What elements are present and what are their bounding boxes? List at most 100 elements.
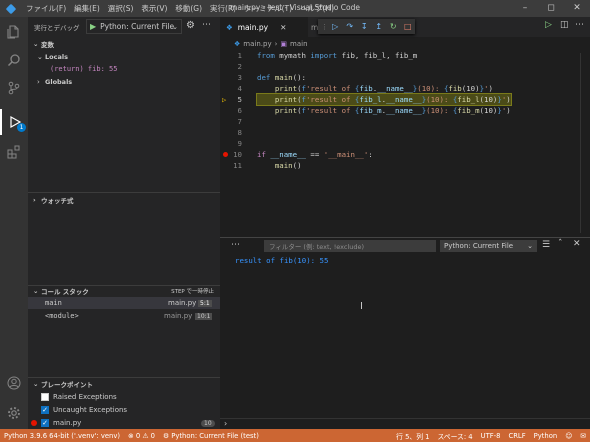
console-input-row[interactable]: › <box>220 418 590 429</box>
cursor-position[interactable]: 行 5、列 1 <box>392 431 433 441</box>
breadcrumb-file[interactable]: main.py <box>243 40 271 48</box>
menu-go[interactable]: 移動(G) <box>171 3 206 14</box>
debug-config-dropdown[interactable]: ▶ Python: Current File ⌄ <box>86 19 182 34</box>
extensions-icon[interactable] <box>0 139 28 165</box>
stop-icon[interactable]: □ <box>401 22 416 31</box>
restart-icon[interactable]: ↻ <box>386 22 401 31</box>
checkbox-unchecked-icon[interactable] <box>41 393 49 401</box>
breadcrumb-symbol[interactable]: main <box>290 40 308 48</box>
more-actions-icon[interactable]: ⋯ <box>575 20 584 30</box>
language-mode[interactable]: Python <box>530 432 562 440</box>
maximize-icon[interactable]: ◻ <box>538 0 564 17</box>
checkbox-checked-icon[interactable]: ✓ <box>41 419 49 427</box>
manage-gear-icon[interactable] <box>0 400 28 426</box>
breakpoint-item[interactable]: ✓ main.py 10 <box>28 417 220 429</box>
callstack-section-header[interactable]: ⌄ コール スタック STEP で一時停止 <box>28 285 220 297</box>
breakpoint-item[interactable]: Raised Exceptions <box>28 391 220 403</box>
code-line[interactable]: 9 <box>220 138 462 149</box>
start-debugging-icon[interactable]: ▶ <box>90 22 96 31</box>
step-over-icon[interactable]: ↷ <box>343 22 358 31</box>
debug-config-status: Python: Current File (test) <box>171 431 259 440</box>
code-line[interactable]: 11 main() <box>220 160 462 171</box>
minimize-icon[interactable]: – <box>512 0 538 17</box>
console-config-select[interactable]: Python: Current File ⌄ <box>440 240 537 252</box>
code-line[interactable]: 2 <box>220 61 462 72</box>
chevron-right-icon: › <box>37 78 40 86</box>
split-editor-icon[interactable]: ◫ <box>560 20 569 30</box>
code-line[interactable]: ▷ 5 print(f'result of {fib_l.__name__}(10… <box>220 93 512 106</box>
warning-icon: ⚠ <box>142 431 149 440</box>
variables-section-header[interactable]: ⌄ 変数 <box>28 38 220 50</box>
chevron-down-icon: ⌄ <box>33 287 39 295</box>
breakpoints-section-header[interactable]: ⌄ ブレークポイント <box>28 378 220 390</box>
checkbox-checked-icon[interactable]: ✓ <box>41 406 49 414</box>
code-line[interactable]: 7 <box>220 116 462 127</box>
python-file-icon: ❖ <box>234 39 241 48</box>
problems-indicator[interactable]: ⊗ 0 ⚠ 0 <box>124 432 159 440</box>
line-number: 10 <box>233 150 242 159</box>
clear-console-icon[interactable]: ☰ <box>542 240 550 250</box>
debug-badge: 1 <box>17 123 26 132</box>
debug-status[interactable]: ⚙ Python: Current File (test) <box>159 432 263 440</box>
menu-terminal[interactable]: ターミナル(T) <box>240 3 296 14</box>
code-line[interactable]: 6 print(f'result of {fib_m.__name__}(10)… <box>220 105 511 116</box>
menu-help[interactable]: ヘルプ(H) <box>296 3 338 14</box>
console-filter-input[interactable]: フィルター (例: text, !exclude) <box>264 240 436 252</box>
code-text: print(f'result of {fib.__name__}(10): {f… <box>274 84 493 93</box>
notifications-icon[interactable]: ✉ <box>576 432 590 440</box>
frame-position: 5:1 <box>198 299 212 307</box>
more-actions-icon[interactable]: ⋯ <box>202 20 211 30</box>
end-of-line[interactable]: CRLF <box>504 432 529 440</box>
maximize-panel-icon[interactable]: ˆ <box>558 239 563 249</box>
locals-scope[interactable]: ⌄ Locals <box>28 51 220 63</box>
search-icon[interactable] <box>0 47 28 73</box>
editor-scrollbar[interactable] <box>580 53 586 233</box>
menu-run[interactable]: 実行(R) <box>206 3 240 14</box>
code-line[interactable]: 4 print(f'result of {fib.__name__}(10): … <box>220 83 493 94</box>
menu-file[interactable]: ファイル(F) <box>22 3 70 14</box>
tab-label: main.py <box>237 22 269 32</box>
frame-name: <module> <box>45 312 79 320</box>
encoding[interactable]: UTF-8 <box>477 432 505 440</box>
watch-section-header[interactable]: › ウォッチ式 <box>28 194 220 206</box>
feedback-icon[interactable]: ☺ <box>561 432 576 440</box>
code-line[interactable]: 10 if __name__ == '__main__': <box>220 149 462 160</box>
globals-label: Globals <box>45 78 73 86</box>
code-line[interactable]: 8 <box>220 127 462 138</box>
return-value-item[interactable]: (return) fib: 55 <box>28 63 220 75</box>
code-line[interactable]: 3 def main(): <box>220 72 462 83</box>
explorer-icon[interactable] <box>0 19 28 45</box>
line-number: 2 <box>237 62 242 71</box>
menu-selection[interactable]: 選択(S) <box>104 3 138 14</box>
close-window-icon[interactable]: ✕ <box>564 0 590 17</box>
close-panel-icon[interactable]: ✕ <box>573 239 581 249</box>
code-editor[interactable]: 1 from mymath import fib, fib_l, fib_m 2 3 d… <box>220 50 590 235</box>
run-debug-icon[interactable]: 1 <box>0 109 28 135</box>
stack-frame[interactable]: main main.py 5:1 <box>28 297 220 309</box>
globals-scope[interactable]: › Globals <box>28 76 220 88</box>
settings-gear-icon[interactable]: ⚙ <box>186 20 195 31</box>
drag-handle-icon[interactable]: ⋮ <box>321 23 328 31</box>
source-control-icon[interactable] <box>0 75 28 101</box>
menu-edit[interactable]: 編集(E) <box>70 3 104 14</box>
code-text: if __name__ == '__main__': <box>257 150 373 159</box>
close-tab-icon[interactable]: ✕ <box>280 23 286 32</box>
stack-frame[interactable]: <module> main.py 10:1 <box>28 310 220 322</box>
account-icon[interactable] <box>0 370 28 396</box>
chevron-down-icon: ⌄ <box>37 53 43 61</box>
tab-main-py[interactable]: ❖ main.py ✕ <box>220 17 308 37</box>
chevron-down-icon: ⌄ <box>33 40 39 48</box>
step-into-icon[interactable]: ↧ <box>357 22 372 31</box>
chevron-right-icon: › <box>33 196 36 204</box>
code-text: from mymath import fib, fib_l, fib_m <box>257 51 418 60</box>
menu-view[interactable]: 表示(V) <box>137 3 171 14</box>
run-file-icon[interactable]: ▷ <box>545 20 552 30</box>
indentation[interactable]: スペース: 4 <box>433 431 476 441</box>
breakpoint-item[interactable]: ✓ Uncaught Exceptions <box>28 404 220 416</box>
code-line[interactable]: 1 from mymath import fib, fib_l, fib_m <box>220 50 462 61</box>
python-interpreter[interactable]: Python 3.9.6 64-bit ('.venv': venv) <box>0 432 124 440</box>
tab-second[interactable]: m <box>308 17 318 37</box>
step-out-icon[interactable]: ↥ <box>372 22 387 31</box>
continue-icon[interactable]: ▷ <box>328 22 343 31</box>
more-actions-icon[interactable]: ⋯ <box>231 240 240 250</box>
